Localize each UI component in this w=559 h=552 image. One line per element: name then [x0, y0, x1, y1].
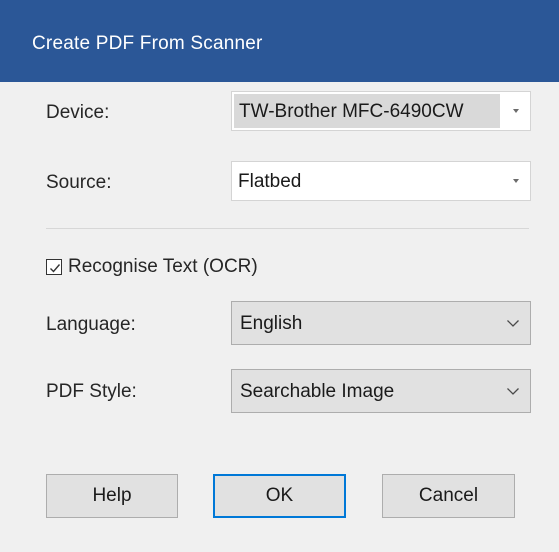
source-select[interactable]: Flatbed: [231, 161, 531, 201]
device-select[interactable]: TW-Brother MFC-6490CW: [231, 91, 531, 131]
source-label: Source:: [46, 172, 112, 193]
section-divider: [46, 228, 529, 229]
language-value: English: [240, 313, 303, 334]
cancel-button[interactable]: Cancel: [382, 474, 515, 518]
pdf-style-select[interactable]: Searchable Image: [231, 369, 531, 413]
language-select[interactable]: English: [231, 301, 531, 345]
dialog-titlebar[interactable]: Create PDF From Scanner: [0, 0, 559, 82]
pdf-style-label: PDF Style:: [46, 381, 137, 402]
chevron-down-icon[interactable]: [513, 109, 519, 113]
pdf-style-value: Searchable Image: [240, 381, 395, 402]
chevron-down-icon[interactable]: [513, 179, 519, 183]
language-label: Language:: [46, 314, 136, 335]
source-value: Flatbed: [238, 171, 302, 192]
device-value: TW-Brother MFC-6490CW: [239, 101, 464, 122]
dialog-title: Create PDF From Scanner: [32, 33, 263, 54]
chevron-down-icon[interactable]: [506, 316, 520, 330]
ok-button[interactable]: OK: [213, 474, 346, 518]
chevron-down-icon[interactable]: [506, 384, 520, 398]
checkmark-icon: [50, 264, 61, 273]
create-pdf-dialog: Create PDF From Scanner Device: TW-Broth…: [0, 0, 559, 552]
help-button[interactable]: Help: [46, 474, 178, 518]
ocr-checkbox[interactable]: [46, 259, 62, 275]
device-label: Device:: [46, 102, 110, 123]
ocr-checkbox-label[interactable]: Recognise Text (OCR): [68, 256, 258, 278]
